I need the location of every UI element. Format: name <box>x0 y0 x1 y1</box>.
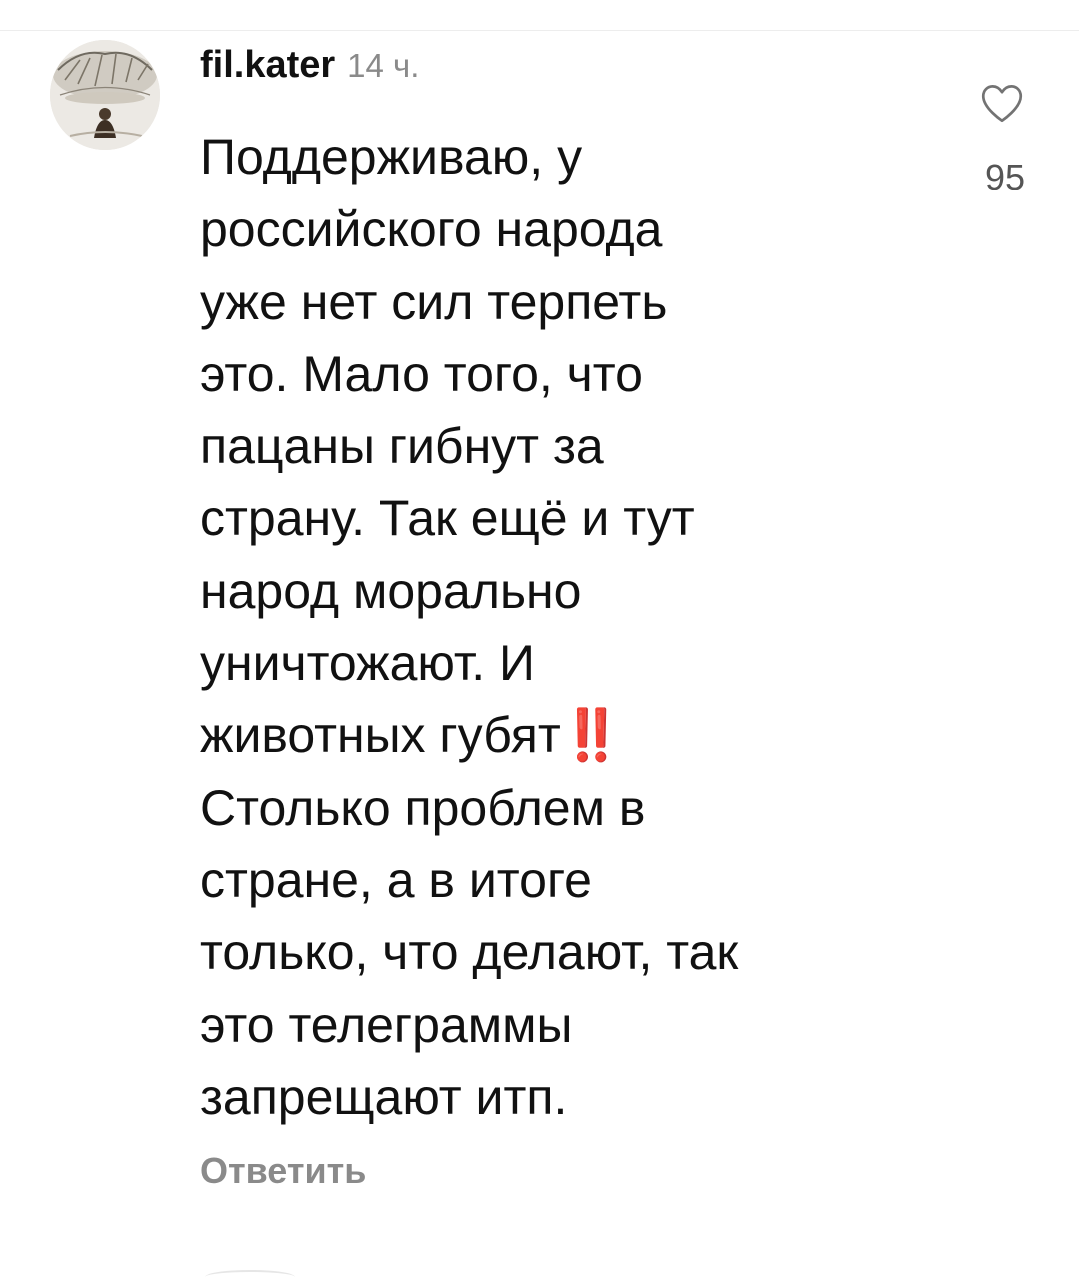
heart-outline-icon[interactable] <box>977 78 1027 128</box>
username[interactable]: fil.kater <box>200 44 335 86</box>
reply-button[interactable]: Ответить <box>200 1153 366 1189</box>
top-divider <box>0 30 1079 31</box>
comment-text: Поддерживаю, у российского народа уже не… <box>200 129 739 1125</box>
like-count-container: 95 <box>960 160 1050 190</box>
avatar-image <box>50 40 160 150</box>
like-count: 95 <box>984 160 1026 190</box>
timestamp: 14 ч. <box>347 47 420 84</box>
comment-header: fil.kater 14 ч. <box>200 46 419 84</box>
next-comment-avatar-edge <box>205 1270 295 1284</box>
avatar[interactable] <box>50 40 160 150</box>
